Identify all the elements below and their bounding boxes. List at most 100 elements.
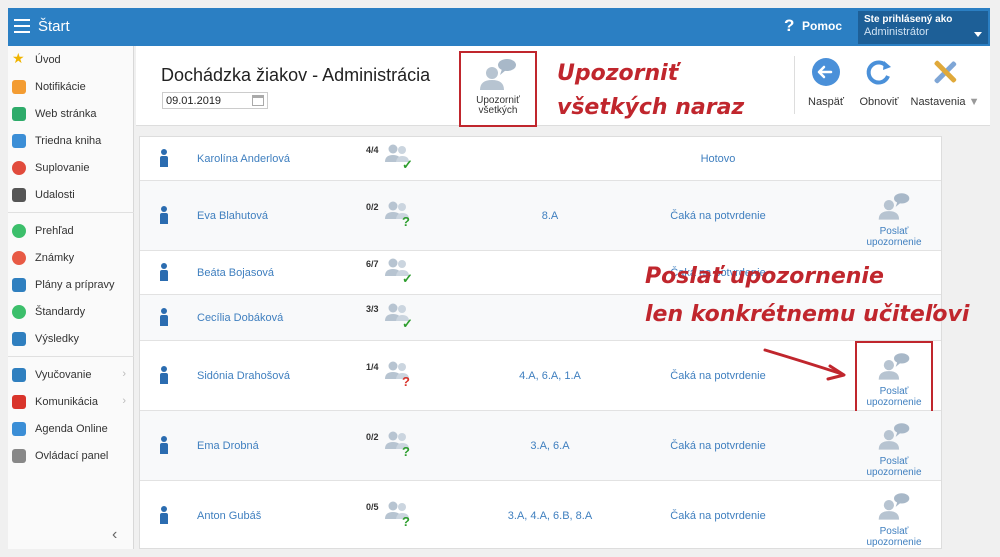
sidebar-item[interactable]: Štandardy (8, 302, 134, 324)
question-mark-icon: ? (402, 444, 410, 459)
person-icon (160, 149, 168, 167)
sidebar-item[interactable]: Komunikácia › (8, 392, 134, 414)
notify-all-label: Upozorniť všetkých (476, 95, 520, 116)
annotation-send-line1: Poslať upozornenie (645, 264, 884, 289)
shield-check-icon (12, 305, 26, 319)
person-icon (160, 206, 168, 224)
teaching-icon (12, 368, 26, 382)
calendar-icon (12, 188, 26, 202)
star-icon: ★ (12, 50, 25, 66)
sidebar-item-label: Suplovanie (35, 162, 90, 174)
teacher-name[interactable]: Eva Blahutová (197, 210, 268, 222)
user-menu-caption: Ste prihlásený ako (864, 14, 953, 25)
sidebar-item-label: Notifikácie (35, 81, 86, 93)
sidebar-item[interactable]: Triedna kniha (8, 131, 134, 153)
notify-teacher-icon (878, 193, 910, 220)
book-icon (12, 134, 26, 148)
table-row: Karolína Anderlová 4/4 ✓ Hotovo (140, 137, 941, 181)
confirmed-count: 3/3 (366, 304, 379, 314)
chevron-down-icon (974, 32, 982, 37)
tools-icon (934, 60, 957, 84)
app-title[interactable]: Štart (38, 18, 70, 35)
envelope-icon (12, 80, 26, 94)
help-link[interactable]: Pomoc (802, 19, 842, 33)
annotation-send-line2: len konkrétnemu učiteľovi (645, 302, 970, 327)
home-icon (12, 107, 26, 121)
sidebar-item[interactable]: Ovládací panel (8, 446, 134, 468)
confirmed-count: 0/2 (366, 432, 379, 442)
hamburger-menu-icon[interactable] (14, 19, 30, 33)
classes-cell: 3.A, 4.A, 6.B, 8.A (507, 510, 593, 522)
settings-label: Nastavenia ▼ (908, 96, 982, 108)
sidebar-item[interactable]: Udalosti (8, 185, 134, 207)
briefcase-icon (12, 278, 26, 292)
refresh-button[interactable]: Obnoviť (857, 57, 901, 108)
annotation-arrow-icon (763, 348, 846, 381)
send-notification-button[interactable]: Poslať upozornenie (855, 341, 933, 413)
teacher-name[interactable]: Sidónia Drahošová (197, 370, 290, 382)
sidebar-item-label: Komunikácia (35, 396, 98, 408)
classes-cell: 3.A, 6.A (530, 440, 570, 452)
notify-teacher-icon (878, 423, 910, 450)
settings-dropdown-icon: ▼ (968, 96, 980, 108)
confirmed-count: 0/2 (366, 202, 379, 212)
calendar-icon[interactable] (252, 95, 264, 106)
pen-icon (12, 422, 26, 436)
sidebar-item-label: Vyučovanie (35, 369, 92, 381)
teacher-name[interactable]: Ema Drobná (197, 440, 259, 452)
user-menu[interactable]: Ste prihlásený ako Administrátor (858, 11, 988, 44)
sidebar-item-label: Agenda Online (35, 423, 108, 435)
sidebar-item[interactable]: Notifikácie (8, 77, 134, 99)
sidebar-item-label: Výsledky (35, 333, 80, 345)
sidebar-item-label: Prehľad (35, 225, 74, 237)
check-circle-icon (12, 224, 26, 238)
sidebar-item[interactable]: Známky (8, 248, 134, 270)
sidebar-item[interactable]: ★ Úvod (8, 50, 134, 72)
sidebar-item[interactable]: Suplovanie (8, 158, 134, 180)
notify-all-icon (480, 59, 516, 90)
collapse-sidebar-icon[interactable]: ‹ (112, 526, 117, 544)
teacher-name[interactable]: Karolína Anderlová (197, 153, 290, 165)
chat-icon (12, 395, 26, 409)
user-name: Administrátor (864, 26, 929, 38)
toolbar-divider (794, 56, 795, 114)
sidebar-item[interactable]: Web stránka (8, 104, 134, 126)
send-notification-button[interactable]: Poslať upozornenie (855, 417, 933, 478)
teacher-name[interactable]: Cecília Dobáková (197, 312, 283, 324)
sidebar-item[interactable]: Prehľad (8, 221, 134, 243)
person-icon (160, 436, 168, 454)
sidebar: ‹ ★ Úvod Notifikácie Web stránka Triedna kni… (8, 46, 134, 549)
send-notification-button[interactable]: Poslať upozornenie (855, 187, 933, 248)
person-icon (160, 263, 168, 281)
sidebar-item[interactable]: Vyučovanie › (8, 365, 134, 387)
send-notification-button[interactable]: Poslať upozornenie (855, 487, 933, 548)
chevron-right-icon: › (122, 368, 126, 380)
sidebar-item[interactable]: Výsledky (8, 329, 134, 351)
refresh-icon (866, 60, 891, 85)
sidebar-item-label: Úvod (35, 54, 61, 66)
status-cell: Hotovo (700, 153, 736, 165)
sidebar-item[interactable]: Plány a prípravy (8, 275, 134, 297)
help-icon[interactable]: ? (784, 16, 794, 36)
send-notification-label: Poslať upozornenie (866, 456, 922, 478)
chevron-right-icon: › (122, 395, 126, 407)
question-mark-icon: ? (402, 374, 410, 389)
back-button[interactable]: Naspäť (806, 57, 846, 108)
confirmed-count: 4/4 (366, 145, 379, 155)
annotation-notify-all-line2: všetkých naraz (557, 95, 745, 120)
confirmed-count: 1/4 (366, 362, 379, 372)
sidebar-item-label: Plány a prípravy (35, 279, 115, 291)
person-icon (160, 506, 168, 524)
sidebar-item-label: Udalosti (35, 189, 75, 201)
page: Štart ? Pomoc Ste prihlásený ako Adminis… (0, 0, 1000, 557)
notify-all-button[interactable]: Upozorniť všetkých (459, 51, 537, 127)
table-row: Ema Drobná 0/2? 3.A, 6.A Čaká na potvrdenie… (140, 411, 941, 481)
send-notification-label: Poslať upozornenie (866, 226, 922, 248)
teacher-name[interactable]: Anton Gubáš (197, 510, 261, 522)
sidebar-item[interactable]: Agenda Online (8, 419, 134, 441)
question-mark-icon: ? (402, 214, 410, 229)
date-input[interactable]: 09.01.2019 (162, 92, 268, 109)
settings-button[interactable]: Nastavenia ▼ (908, 57, 982, 108)
table-row: Eva Blahutová 0/2? 8.A Čaká na potvrdenie Po… (140, 181, 941, 251)
teacher-name[interactable]: Beáta Bojasová (197, 267, 274, 279)
